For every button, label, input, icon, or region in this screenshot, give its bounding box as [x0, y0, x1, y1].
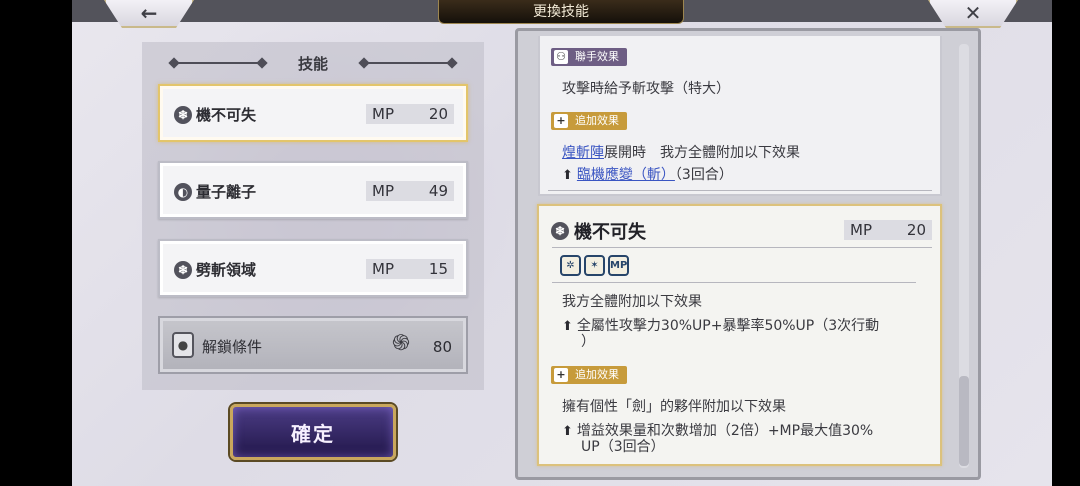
divider [552, 282, 916, 283]
mp-attribute-icon: MP [608, 255, 629, 276]
skill-snowflake-icon: ❄ [551, 222, 569, 240]
skill-moon-icon: ◐ [174, 182, 192, 201]
combo-people-icon: ⚇ [554, 50, 568, 64]
spiral-currency-icon: ֍ [392, 331, 410, 356]
scroll-thumb[interactable] [959, 376, 969, 466]
skill-snowflake-icon: ❄ [174, 105, 192, 124]
effect-line-1: ⬆ 全屬性攻擊力30%UP+暴擊率50%UP（3次行動 [562, 318, 880, 334]
skill-name: 劈斬領域 [196, 261, 257, 279]
extra-effect-tag: + 追加效果 [551, 366, 627, 384]
back-arrow-icon: ← [140, 1, 158, 25]
skill-mp-cost: MP 15 [366, 259, 454, 279]
plus-icon: + [554, 114, 568, 128]
skill-mp-cost: MP 49 [366, 181, 454, 201]
skill-card-3[interactable]: ❄ 劈斬領域 MP 15 [158, 239, 468, 297]
skill-card-2[interactable]: ◐ 量子離子 MP 49 [158, 161, 468, 219]
skill-mp-cost: MP 20 [366, 104, 454, 124]
effect-line-2: ） [581, 334, 595, 350]
confirm-button[interactable]: 確定 [230, 404, 396, 460]
current-skill-title: ❄ 機不可失 [551, 218, 646, 244]
slash-attribute-icon: ✲ [560, 255, 581, 276]
extra-effect-intro: 擁有個性「劍」的夥伴附加以下效果 [562, 399, 786, 415]
extra-effect-buff: ⬆ 臨機應變（斬）（3回合） [562, 167, 733, 183]
extra-effect-tag: + 追加效果 [551, 112, 627, 130]
divider [552, 247, 932, 248]
detail-scrollbar[interactable] [959, 44, 969, 468]
lock-icon: ● [172, 332, 194, 358]
combo-effect-tag: ⚇ 聯手效果 [551, 48, 627, 66]
skill-link-huangzhanzhen[interactable]: 煌斬陣 [562, 145, 604, 161]
extra-effect-condition: 煌斬陣展開時 我方全體附加以下效果 [562, 145, 800, 161]
buff-attribute-icon: ✶ [584, 255, 605, 276]
skill-card-1[interactable]: ❄ 機不可失 MP 20 [158, 84, 468, 142]
effect-intro: 我方全體附加以下效果 [562, 294, 702, 310]
up-arrow-icon: ⬆ [562, 424, 573, 439]
plus-icon: + [554, 368, 568, 382]
skill-name: 機不可失 [196, 106, 257, 124]
header-ornament-right [362, 62, 454, 64]
current-skill-mp: MP 20 [844, 220, 932, 240]
skill-name: 量子離子 [196, 183, 257, 201]
unlock-cost: 80 [432, 338, 452, 356]
extra-effect-line-2: UP（3回合） [581, 439, 665, 455]
attribute-icons: ✲ ✶ MP [560, 255, 629, 276]
close-icon: ✕ [964, 1, 982, 25]
skill-snowflake-icon: ❄ [174, 260, 192, 279]
unlock-label: 解鎖條件 [202, 338, 263, 356]
buff-link-linjiyingbian[interactable]: 臨機應變（斬） [577, 167, 675, 183]
up-arrow-icon: ⬆ [562, 168, 573, 183]
unlock-condition-button[interactable]: ● 解鎖條件 ֍ 80 [158, 316, 468, 374]
divider [548, 190, 932, 191]
combo-effect-text: 攻擊時給予斬攻擊（特大） [562, 81, 730, 97]
page-title: 更換技能 [438, 0, 684, 24]
up-arrow-icon: ⬆ [562, 319, 573, 334]
